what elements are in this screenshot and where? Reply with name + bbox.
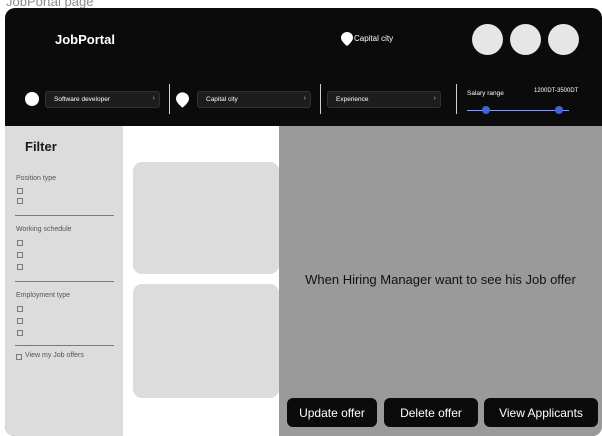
job-detail-panel: When Hiring Manager want to see his Job … (279, 126, 602, 436)
profile-circle-button-3[interactable] (548, 24, 579, 55)
position-type-checkbox[interactable] (17, 198, 23, 204)
position-select[interactable]: Software developer › (45, 91, 160, 108)
header-location[interactable]: Capital city (354, 34, 393, 43)
salary-slider-min-handle[interactable] (482, 106, 490, 114)
city-select[interactable]: Capital city › (197, 91, 311, 108)
employment-type-checkbox[interactable] (17, 306, 23, 312)
salary-range-label: Salary range (467, 90, 504, 97)
position-icon (25, 92, 39, 106)
app-logo[interactable]: JobPortal (55, 32, 115, 47)
detail-message: When Hiring Manager want to see his Job … (305, 272, 576, 287)
update-offer-button[interactable]: Update offer (287, 398, 377, 427)
working-schedule-checkbox[interactable] (17, 264, 23, 270)
my-job-offers-label[interactable]: View my Job offers (25, 352, 84, 359)
divider (169, 84, 170, 114)
position-type-label: Position type (16, 175, 57, 182)
my-job-offers-checkbox[interactable] (16, 354, 22, 360)
profile-circle-button-2[interactable] (510, 24, 541, 55)
job-card[interactable] (133, 284, 279, 398)
filter-sidebar: Filter Position type Working schedule Em… (5, 126, 123, 436)
position-select-value: Software developer (54, 96, 111, 103)
divider (456, 84, 457, 114)
working-schedule-checkbox[interactable] (17, 240, 23, 246)
employment-type-label: Employment type (16, 292, 71, 299)
employment-type-checkbox[interactable] (17, 330, 23, 336)
experience-select-value: Experience (336, 96, 369, 103)
view-applicants-button[interactable]: View Applicants (484, 398, 598, 427)
chevron-right-icon: › (433, 95, 436, 102)
delete-offer-button[interactable]: Delete offer (384, 398, 478, 427)
salary-range-value: 1200DT-3500DT (534, 88, 579, 94)
position-type-checkbox[interactable] (17, 188, 23, 194)
working-schedule-checkbox[interactable] (17, 252, 23, 258)
divider (320, 84, 321, 114)
divider (15, 215, 114, 216)
chevron-right-icon: › (303, 95, 306, 102)
job-card[interactable] (133, 162, 279, 274)
divider (15, 281, 114, 282)
location-pin-icon (176, 92, 189, 108)
employment-type-checkbox[interactable] (17, 318, 23, 324)
city-select-value: Capital city (206, 96, 238, 103)
experience-select[interactable]: Experience › (327, 91, 441, 108)
salary-slider-max-handle[interactable] (555, 106, 563, 114)
filter-title: Filter (25, 139, 57, 154)
location-pin-icon (341, 32, 353, 46)
divider (15, 345, 114, 346)
working-schedule-label: Working schedule (16, 226, 72, 233)
app-window: JobPortal Capital city Software develope… (5, 8, 602, 436)
profile-circle-button-1[interactable] (472, 24, 503, 55)
job-list (123, 126, 279, 436)
chevron-right-icon: › (152, 95, 155, 102)
